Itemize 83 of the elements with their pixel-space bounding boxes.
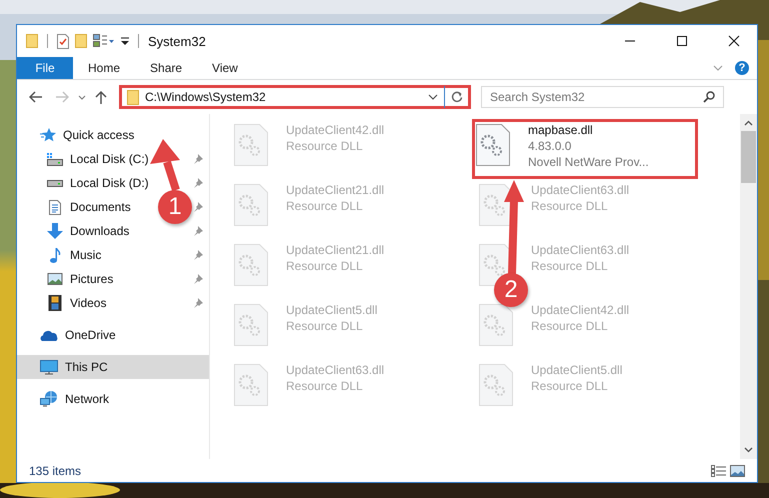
dll-file-icon (234, 304, 268, 346)
network-icon (40, 391, 58, 407)
search-field[interactable]: Search System32 (481, 86, 724, 108)
ribbon-tab[interactable]: View (197, 57, 253, 79)
large-icons-view-icon[interactable] (730, 464, 745, 476)
ribbon-tab[interactable]: Home (73, 57, 136, 79)
document-icon (47, 200, 63, 214)
sidebar-item[interactable]: Local Disk (D:) (70, 176, 149, 190)
item-count: 135 items (29, 464, 82, 478)
window-title: System32 (148, 34, 206, 48)
recent-locations-icon[interactable] (78, 94, 86, 100)
address-field[interactable]: C:\Windows\System32 (119, 85, 471, 109)
sidebar-item[interactable]: Downloads (70, 224, 130, 238)
file-detail: Resource DLL (286, 198, 364, 214)
help-icon[interactable]: ? (735, 61, 749, 75)
dll-file-icon (234, 184, 268, 226)
dropdown-icon[interactable] (121, 36, 129, 46)
dll-file-icon (476, 124, 510, 166)
dll-file-icon (479, 364, 513, 406)
cloud-icon (40, 330, 58, 340)
forward-icon[interactable] (55, 91, 69, 103)
star-icon (40, 128, 56, 142)
pin-icon[interactable] (193, 202, 203, 212)
back-icon[interactable] (29, 91, 43, 103)
landscape-icon (47, 273, 63, 285)
pin-icon[interactable] (193, 154, 203, 164)
monitor-icon (40, 360, 58, 374)
dll-file-icon (234, 124, 268, 166)
scroll-up-icon[interactable] (744, 120, 753, 126)
refresh-icon[interactable] (451, 91, 463, 103)
music-note-icon (47, 248, 63, 262)
customize-icon (93, 34, 115, 48)
scroll-down-icon[interactable] (744, 447, 753, 453)
maximize-icon (676, 35, 688, 47)
ribbon-tab[interactable]: Share (135, 57, 198, 79)
scroll-thumb[interactable] (741, 131, 756, 183)
pin-icon[interactable] (193, 298, 203, 308)
folder-icon (127, 90, 139, 104)
sidebar-item[interactable]: OneDrive (17, 323, 209, 347)
file-detail: Resource DLL (286, 138, 364, 154)
file-item[interactable]: mapbase.dll 4.83.0.0 Novell NetWare Prov... (472, 119, 698, 179)
file-detail: Resource DLL (286, 318, 364, 334)
sidebar-item[interactable]: Videos (70, 296, 106, 310)
file-detail: Resource DLL (531, 378, 609, 394)
sidebar-item[interactable]: This PC (17, 355, 209, 379)
file-detail: Resource DLL (286, 378, 364, 394)
file-detail: 4.83.0.0 (528, 138, 572, 154)
film-icon (47, 295, 63, 311)
annotation-arrow (150, 139, 180, 192)
sidebar-item[interactable]: Music (70, 248, 102, 262)
sidebar-item[interactable]: Pictures (70, 272, 114, 286)
up-icon[interactable] (95, 90, 107, 104)
sidebar-item[interactable]: Local Disk (C:) (70, 152, 149, 166)
file-detail: Resource DLL (531, 198, 609, 214)
close-icon (728, 35, 740, 47)
pin-icon[interactable] (193, 274, 203, 284)
pin-icon[interactable] (193, 250, 203, 260)
file-detail: Resource DLL (286, 258, 364, 274)
drive-icon (47, 180, 63, 186)
search-icon[interactable] (703, 91, 715, 103)
dropdown-icon[interactable] (428, 94, 438, 100)
sidebar-item[interactable]: Quick access (17, 123, 209, 147)
pin-icon[interactable] (193, 226, 203, 236)
dll-file-icon (234, 244, 268, 286)
properties-icon (57, 34, 69, 48)
pin-icon[interactable] (193, 178, 203, 188)
dll-file-icon (234, 364, 268, 406)
file-name[interactable]: mapbase.dll (528, 122, 649, 138)
file-detail: Resource DLL (531, 258, 609, 274)
scrollbar[interactable] (740, 114, 757, 459)
file-detail: Resource DLL (531, 318, 609, 334)
details-view-icon[interactable] (711, 464, 726, 476)
dll-file-icon (479, 304, 513, 346)
drive-icon (47, 152, 63, 166)
new-folder-icon (75, 34, 87, 48)
file-detail: Novell NetWare Prov... (528, 154, 649, 170)
sidebar-item[interactable]: Network (17, 387, 209, 411)
ribbon-tab[interactable]: File (17, 57, 73, 79)
expand-ribbon-icon[interactable] (713, 65, 723, 71)
dll-file-icon (479, 184, 513, 226)
download-arrow-icon (47, 223, 63, 239)
sidebar-item[interactable]: Documents (70, 200, 131, 214)
folder-icon (26, 34, 38, 48)
